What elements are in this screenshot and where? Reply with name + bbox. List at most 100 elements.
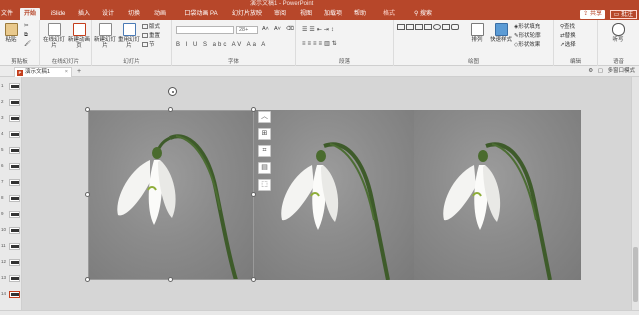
ribbon-tabs: 文件 开始 iSlide 插入 设计 切换 动画 口袋动画 PA 幻灯片放映 审…: [0, 8, 639, 20]
new-slide-label: 新建幻灯片: [94, 37, 117, 49]
slide-thumbnail[interactable]: 4: [1, 129, 21, 140]
cut-button[interactable]: ✂: [24, 23, 29, 30]
image-styles-icon[interactable]: ▤: [258, 162, 271, 174]
reset-label: 重置: [149, 33, 161, 39]
quick-styles-button[interactable]: 快速样式: [488, 23, 514, 43]
online-slides-label: 在线幻灯片: [42, 37, 65, 49]
slide-thumbnail[interactable]: 7: [1, 177, 21, 188]
add-tab-button[interactable]: +: [77, 67, 81, 76]
format-painter-button[interactable]: 🖌: [24, 41, 31, 48]
replace-button[interactable]: ⇄替换: [560, 33, 576, 40]
shape-effects-button[interactable]: ◇形状效果: [514, 42, 540, 49]
resize-handle-top-left[interactable]: [85, 107, 90, 112]
layout-button[interactable]: 版式: [142, 24, 160, 31]
paste-label: 粘贴: [5, 37, 17, 43]
slide-thumbnail[interactable]: 14: [1, 289, 21, 300]
comment-button[interactable]: ▭ 批注: [609, 10, 637, 19]
shape-fill-button[interactable]: ◈形状填充: [514, 24, 540, 31]
reuse-slides-button[interactable]: 重用幻灯片: [118, 23, 140, 49]
tell-me-search[interactable]: ⚲ 搜索: [406, 8, 440, 20]
section-button[interactable]: 节: [142, 42, 155, 49]
resize-handle-left[interactable]: [85, 192, 90, 197]
slide-thumbnail[interactable]: 3: [1, 113, 21, 124]
online-slides-button[interactable]: 在线幻灯片: [42, 23, 66, 49]
shape-outline-button[interactable]: ✎形状轮廓: [514, 33, 541, 40]
resize-handle-bottom[interactable]: [168, 277, 173, 282]
close-tab-icon[interactable]: ×: [65, 68, 68, 77]
slide-thumbnail[interactable]: 5: [1, 145, 21, 156]
shapes-gallery[interactable]: [396, 23, 464, 49]
slide-thumbnail[interactable]: 10: [1, 225, 21, 236]
list-buttons[interactable]: ☰☰⇤⇥↕: [302, 26, 336, 33]
settings-icon[interactable]: ⚙: [588, 68, 593, 74]
tab-animations[interactable]: 动画: [152, 8, 168, 20]
copy-button[interactable]: ⧉: [24, 32, 28, 39]
scrollbar-thumb[interactable]: [633, 247, 638, 302]
new-anim-page-button[interactable]: 新建动画页: [67, 23, 91, 49]
collapse-up-icon[interactable]: ︿: [258, 111, 271, 123]
slide-thumbnail[interactable]: 9: [1, 209, 21, 220]
image-selection-frame[interactable]: [88, 110, 254, 280]
reset-button[interactable]: 重置: [142, 33, 160, 40]
tab-file[interactable]: 文件: [0, 8, 14, 20]
dictate-button[interactable]: 听写: [607, 23, 629, 43]
tab-format[interactable]: 格式: [380, 8, 398, 20]
new-slide-button[interactable]: 新建幻灯片: [94, 23, 116, 49]
slide-thumbnail[interactable]: 2: [1, 97, 21, 108]
section-icon: [142, 42, 148, 48]
slide-mini-preview: [9, 291, 20, 298]
alt-text-icon[interactable]: ⬚: [258, 179, 271, 191]
slide-thumbnail[interactable]: 11: [1, 241, 21, 252]
tab-islide[interactable]: iSlide: [46, 8, 70, 20]
tab-home[interactable]: 开始: [20, 8, 40, 20]
grow-font-button[interactable]: A˄: [262, 26, 269, 33]
resize-handle-top-right[interactable]: [251, 107, 256, 112]
slide-thumbnail[interactable]: 6: [1, 161, 21, 172]
tab-slideshow[interactable]: 幻灯片放映: [230, 8, 264, 20]
tab-addins[interactable]: 加载项: [322, 8, 344, 20]
rectangle-shape-icon: [397, 24, 405, 30]
section-label: 节: [149, 42, 155, 48]
font-size-combo[interactable]: 28+: [236, 26, 258, 34]
resize-handle-bottom-right[interactable]: [251, 277, 256, 282]
arrange-button[interactable]: 排列: [466, 23, 488, 43]
resize-handle-right[interactable]: [251, 192, 256, 197]
new-anim-icon: [72, 23, 86, 36]
slide-thumbnail[interactable]: 1: [1, 81, 21, 92]
font-name-combo[interactable]: [176, 26, 234, 34]
snowdrop-image-2[interactable]: [254, 110, 414, 280]
tab-transitions[interactable]: 切换: [126, 8, 142, 20]
tab-review[interactable]: 审阅: [272, 8, 288, 20]
slide-number: 6: [1, 163, 4, 168]
window-icon[interactable]: ▢: [598, 68, 603, 74]
tab-design[interactable]: 设计: [100, 8, 116, 20]
align-buttons[interactable]: ≡≡≡≡▥⇅: [302, 40, 339, 47]
clear-format-button[interactable]: ⌫: [286, 26, 294, 33]
multi-window-mode[interactable]: 多窗口模式: [607, 68, 635, 74]
find-button[interactable]: ⚲查找: [560, 24, 575, 31]
shape-outline-label: 形状轮廓: [518, 33, 541, 39]
tab-help[interactable]: 帮助: [352, 8, 368, 20]
slide-thumbnail[interactable]: 8: [1, 193, 21, 204]
rotate-handle-icon[interactable]: [168, 87, 177, 96]
tab-view[interactable]: 视图: [298, 8, 314, 20]
snowdrop-image-3[interactable]: [414, 110, 581, 280]
slide-thumbnail[interactable]: 12: [1, 257, 21, 268]
vertical-scrollbar[interactable]: [631, 77, 639, 310]
tab-insert[interactable]: 插入: [76, 8, 92, 20]
slide-number: 13: [1, 275, 7, 280]
grow-font-icon: A˄: [262, 26, 269, 32]
group-drawing: 排列 快速样式 ◈形状填充 ✎形状轮廓 ◇形状效果 绘图: [394, 20, 554, 66]
resize-handle-bottom-left[interactable]: [85, 277, 90, 282]
share-button[interactable]: ⇪ 共享: [580, 10, 605, 19]
crop-icon[interactable]: ⌗: [258, 145, 271, 157]
font-format-row[interactable]: B I U S abc AV Aa A: [176, 42, 267, 48]
layout-options-icon[interactable]: ⊞: [258, 128, 271, 140]
paste-button[interactable]: 粘贴: [0, 23, 22, 43]
shrink-font-button[interactable]: A˅: [274, 26, 281, 33]
document-tab[interactable]: P 演示文稿1 ×: [14, 67, 72, 77]
slide-thumbnail[interactable]: 13: [1, 273, 21, 284]
select-button[interactable]: ➚选择: [560, 42, 576, 49]
tab-pocket-animation[interactable]: 口袋动画 PA: [180, 8, 222, 20]
resize-handle-top[interactable]: [168, 107, 173, 112]
